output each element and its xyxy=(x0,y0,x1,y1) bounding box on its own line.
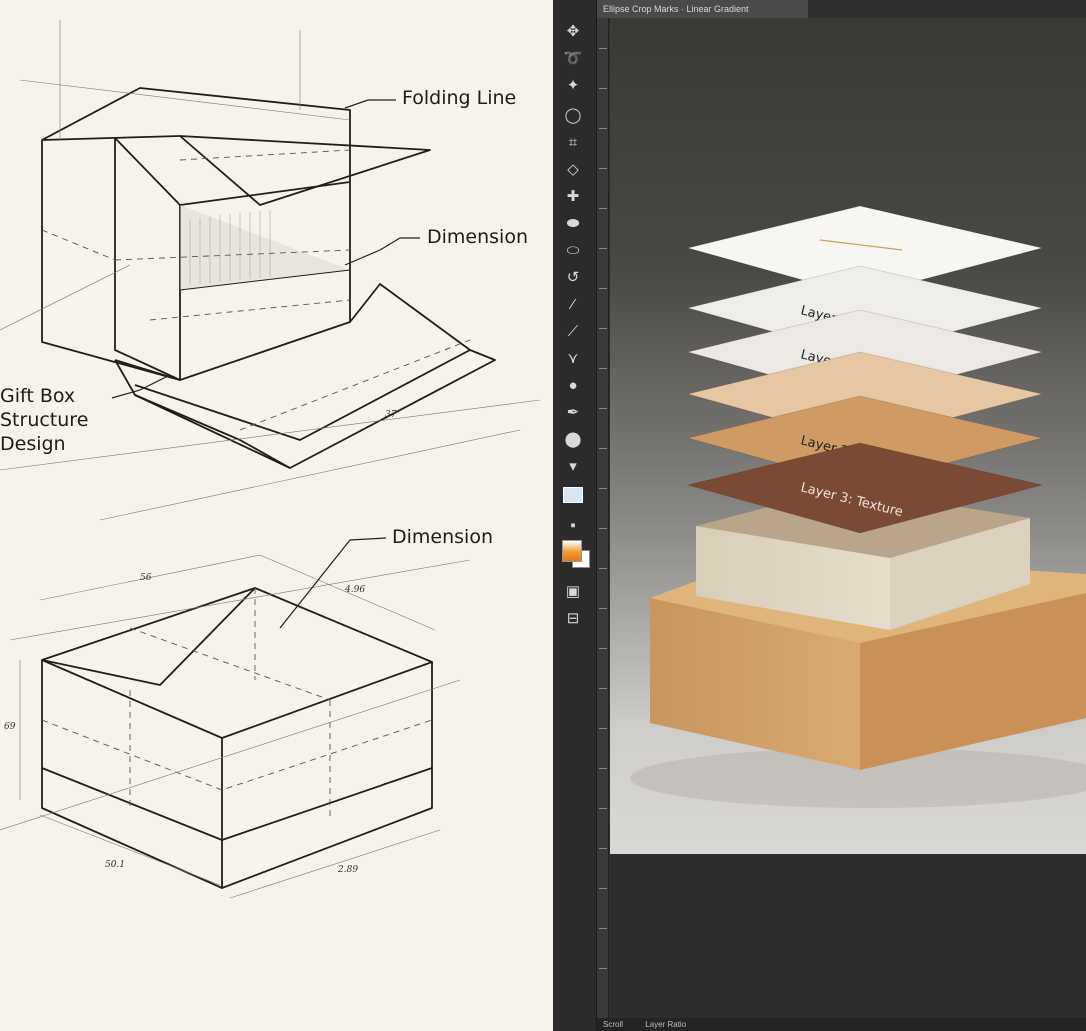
screen-mode-icon[interactable]: ⊟ xyxy=(562,607,584,629)
label-gift-box-line3: Design xyxy=(0,433,66,455)
text-icon[interactable]: ⬤ xyxy=(562,428,584,450)
ellipse-select-icon[interactable]: ◯ xyxy=(562,104,584,126)
color-swatches[interactable] xyxy=(562,540,590,568)
path-select-icon[interactable]: ▾ xyxy=(562,455,584,477)
image-editor: ✥ ➰ ✦ ◯ ⌗ ◇ ✚ ⬬ ⬭ ↺ ⁄ ⟋ ⋎ ● ✒ ⬤ ▾ ▪ ▣ ⊟ … xyxy=(553,0,1086,1031)
sketch-panel: Folding Line Dimension Gift Box Structur… xyxy=(0,0,553,1031)
shape-icon[interactable] xyxy=(562,484,584,506)
eyedropper-icon[interactable]: ◇ xyxy=(562,158,584,180)
layer-sheets: Layer 1: Box BodyLayer 2: LidLayer 2: Li… xyxy=(686,205,1043,534)
status-bar: Scroll Layer Ratio xyxy=(597,1018,1086,1031)
foreground-color-swatch[interactable] xyxy=(562,540,582,562)
box-sketch-drawing xyxy=(0,20,541,899)
document-canvas[interactable]: Layer 1: Box BodyLayer 2: LidLayer 2: Li… xyxy=(610,18,1086,854)
magic-wand-icon[interactable]: ✦ xyxy=(562,74,584,96)
quick-mask-icon[interactable]: ▣ xyxy=(562,580,584,602)
move-icon[interactable]: ✥ xyxy=(562,20,584,42)
dodge-icon[interactable]: ● xyxy=(562,374,584,396)
eraser-icon[interactable]: ⁄ xyxy=(562,293,584,315)
status-left: Scroll xyxy=(603,1020,624,1029)
dim-tray: 37 xyxy=(385,410,397,420)
label-dimension-top: Dimension xyxy=(427,226,528,248)
blur-icon[interactable]: ⋎ xyxy=(562,347,584,369)
crop-icon[interactable]: ⌗ xyxy=(562,131,584,153)
dim-depth: 4.96 xyxy=(345,585,366,595)
brush-icon[interactable]: ⬬ xyxy=(562,212,584,234)
dim-height: 69 xyxy=(4,722,16,732)
healing-brush-icon[interactable]: ✚ xyxy=(562,185,584,207)
stamp-icon[interactable]: ⬭ xyxy=(562,239,584,261)
label-gift-box-line2: Structure xyxy=(0,409,89,431)
hand-icon[interactable]: ▪ xyxy=(562,514,584,536)
lasso-icon[interactable]: ➰ xyxy=(562,47,584,69)
dim-base-right: 2.89 xyxy=(338,865,359,875)
dim-base-left: 50.1 xyxy=(105,860,126,870)
status-right: Layer Ratio xyxy=(645,1020,687,1029)
menu-bar[interactable]: Ellipse Crop Marks · Linear Gradient xyxy=(597,0,808,18)
tools-panel: ✥ ➰ ✦ ◯ ⌗ ◇ ✚ ⬬ ⬭ ↺ ⁄ ⟋ ⋎ ● ✒ ⬤ ▾ ▪ ▣ ⊟ xyxy=(553,0,597,1031)
label-dimension-bottom: Dimension xyxy=(392,526,493,548)
vertical-ruler xyxy=(597,18,609,1018)
layer-sheet-6[interactable]: Layer 3: Texture xyxy=(686,442,1043,534)
pasteboard xyxy=(610,854,1086,1018)
gradient-icon[interactable]: ⟋ xyxy=(562,320,584,342)
history-brush-icon[interactable]: ↺ xyxy=(562,266,584,288)
label-folding-line: Folding Line xyxy=(402,87,517,109)
label-gift-box-line1: Gift Box xyxy=(0,385,76,407)
dim-width: 56 xyxy=(140,573,152,583)
pen-icon[interactable]: ✒ xyxy=(562,401,584,423)
